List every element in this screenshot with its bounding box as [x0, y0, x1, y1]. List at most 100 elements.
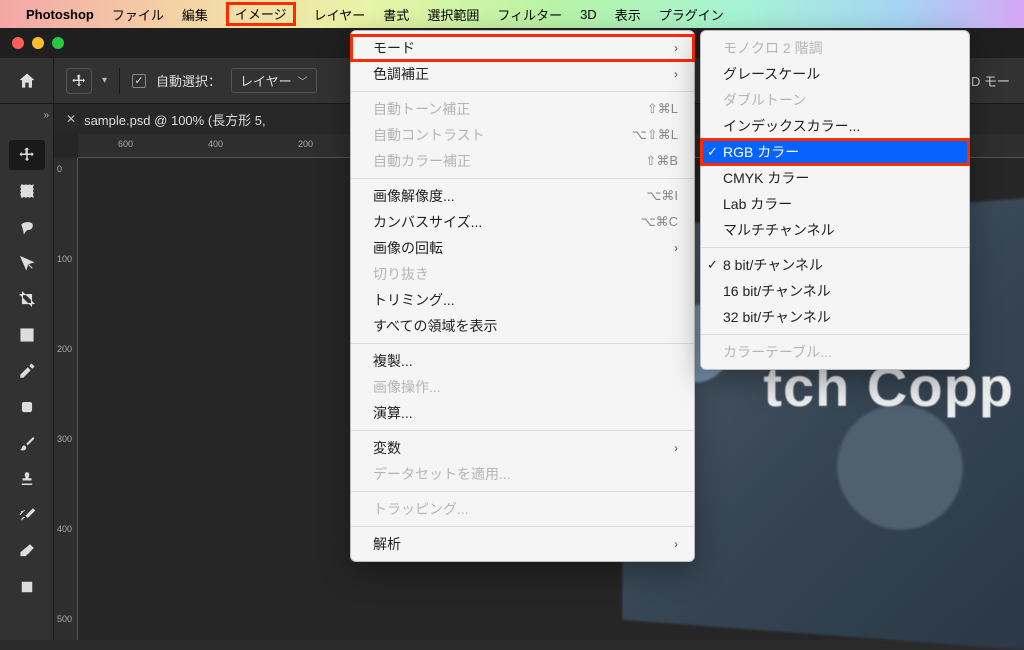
- dropdown-value: レイヤー: [240, 71, 292, 90]
- marquee-tool[interactable]: [9, 176, 45, 206]
- move-tool[interactable]: [9, 140, 45, 170]
- check-icon: ✓: [707, 257, 718, 273]
- menu-item: トラッピング...: [351, 496, 694, 522]
- document-title: sample.psd @ 100% (長方形 5,: [84, 110, 266, 129]
- menubar-item-filter[interactable]: フィルター: [497, 5, 562, 24]
- menu-item-label: 自動カラー補正: [373, 151, 471, 171]
- mac-menubar: Photoshop ファイル 編集 イメージ レイヤー 書式 選択範囲 フィルタ…: [0, 0, 1024, 28]
- menu-item[interactable]: 画像解像度...⌥⌘I: [351, 183, 694, 209]
- menu-item[interactable]: 変数 ›: [351, 435, 694, 461]
- menu-item[interactable]: インデックスカラー...: [701, 113, 969, 139]
- menu-item[interactable]: モード›: [351, 35, 694, 61]
- menu-item[interactable]: 画像の回転›: [351, 235, 694, 261]
- menu-separator: [351, 343, 694, 344]
- menubar-app-name[interactable]: Photoshop: [26, 7, 94, 22]
- eyedropper-tool[interactable]: [9, 356, 45, 386]
- menu-item-label: 画像解像度...: [373, 186, 455, 206]
- history-brush-tool[interactable]: [9, 500, 45, 530]
- menu-item-label: 8 bit/チャンネル: [723, 255, 823, 275]
- tool-palette: »: [0, 104, 54, 640]
- palette-expand-icon[interactable]: »: [43, 110, 49, 121]
- lasso-tool[interactable]: [9, 212, 45, 242]
- menu-separator: [351, 178, 694, 179]
- menu-item: データセットを適用...: [351, 461, 694, 487]
- image-menu-dropdown: モード›色調補正›自動トーン補正⇧⌘L自動コントラスト⌥⇧⌘L自動カラー補正⇧⌘…: [350, 30, 695, 562]
- menu-item-label: Lab カラー: [723, 194, 792, 214]
- menu-item: 画像操作...: [351, 374, 694, 400]
- menu-item[interactable]: ✓RGB カラー: [701, 139, 969, 165]
- auto-select-label: 自動選択：: [156, 71, 221, 90]
- menu-item-label: 16 bit/チャンネル: [723, 281, 831, 301]
- crop-tool[interactable]: [9, 284, 45, 314]
- menu-item[interactable]: 複製...: [351, 348, 694, 374]
- menu-item-label: データセットを適用...: [373, 464, 511, 484]
- ruler-tick: 400: [57, 524, 72, 534]
- auto-select-target-dropdown[interactable]: レイヤー ﹀: [231, 68, 317, 93]
- menu-item-label: グレースケール: [723, 64, 820, 84]
- menu-item-label: ダブルトーン: [723, 90, 806, 110]
- ruler-tick: 200: [298, 139, 313, 149]
- tool-preset-icon[interactable]: [66, 68, 92, 94]
- menu-item[interactable]: グレースケール: [701, 61, 969, 87]
- ruler-tick: 200: [57, 344, 72, 354]
- healing-brush-tool[interactable]: [9, 392, 45, 422]
- menu-item: 自動コントラスト⌥⇧⌘L: [351, 122, 694, 148]
- menu-item-label: RGB カラー: [723, 142, 799, 162]
- menu-item[interactable]: マルチチャンネル: [701, 217, 969, 243]
- menu-item[interactable]: 解析›: [351, 531, 694, 557]
- menu-item[interactable]: CMYK カラー: [701, 165, 969, 191]
- brush-tool[interactable]: [9, 428, 45, 458]
- window-maximize-button[interactable]: [52, 37, 64, 49]
- chevron-down-icon[interactable]: ▾: [102, 75, 107, 86]
- menubar-item-layer[interactable]: レイヤー: [314, 5, 366, 24]
- menu-item[interactable]: Lab カラー: [701, 191, 969, 217]
- menubar-item-image[interactable]: イメージ: [226, 2, 296, 26]
- menubar-item-select[interactable]: 選択範囲: [427, 5, 479, 24]
- menu-item-label: 32 bit/チャンネル: [723, 307, 831, 327]
- submenu-arrow-icon: ›: [638, 441, 678, 455]
- menu-item[interactable]: 32 bit/チャンネル: [701, 304, 969, 330]
- menu-item-label: 画像の回転: [373, 238, 443, 258]
- menu-item[interactable]: トリミング...: [351, 287, 694, 313]
- ruler-vertical: 0 100 200 300 400 500: [54, 158, 78, 640]
- document-tab[interactable]: ✕ sample.psd @ 100% (長方形 5,: [54, 104, 278, 134]
- menu-item[interactable]: 色調補正 ›: [351, 61, 694, 87]
- window-close-button[interactable]: [12, 37, 24, 49]
- quick-select-tool[interactable]: [9, 248, 45, 278]
- menu-item-label: すべての領域を表示: [373, 316, 497, 336]
- frame-tool[interactable]: [9, 320, 45, 350]
- menubar-item-type[interactable]: 書式: [383, 5, 409, 24]
- menubar-item-3d[interactable]: 3D: [580, 7, 597, 22]
- menu-separator: [351, 491, 694, 492]
- home-button[interactable]: [0, 58, 54, 103]
- menu-item-label: カンバスサイズ...: [373, 212, 482, 232]
- menu-separator: [351, 430, 694, 431]
- ruler-tick: 300: [57, 434, 72, 444]
- submenu-arrow-icon: ›: [638, 67, 678, 81]
- menu-item-label: 変数: [373, 438, 401, 458]
- menu-item: 自動カラー補正⇧⌘B: [351, 148, 694, 174]
- close-tab-icon[interactable]: ✕: [66, 112, 76, 126]
- menu-item-label: CMYK カラー: [723, 168, 809, 188]
- window-minimize-button[interactable]: [32, 37, 44, 49]
- ruler-tick: 0: [57, 164, 62, 174]
- ruler-tick: 500: [57, 614, 72, 624]
- menubar-item-file[interactable]: ファイル: [112, 5, 164, 24]
- menu-item[interactable]: 16 bit/チャンネル: [701, 278, 969, 304]
- menu-item: 切り抜き: [351, 261, 694, 287]
- menubar-item-edit[interactable]: 編集: [182, 5, 208, 24]
- menubar-item-plugin[interactable]: プラグイン: [659, 5, 724, 24]
- shape-tool[interactable]: [9, 572, 45, 602]
- menu-shortcut: ⌥⌘C: [605, 214, 678, 230]
- menubar-item-view[interactable]: 表示: [615, 5, 641, 24]
- eraser-tool[interactable]: [9, 536, 45, 566]
- menu-item[interactable]: ✓ 8 bit/チャンネル: [701, 252, 969, 278]
- menu-item[interactable]: すべての領域を表示: [351, 313, 694, 339]
- menu-item[interactable]: 演算...: [351, 400, 694, 426]
- submenu-arrow-icon: ›: [638, 537, 678, 551]
- auto-select-checkbox[interactable]: ✓: [132, 74, 146, 88]
- menu-item-label: 色調補正: [373, 64, 429, 84]
- menu-item-label: 自動トーン補正: [373, 99, 470, 119]
- menu-item[interactable]: カンバスサイズ... ⌥⌘C: [351, 209, 694, 235]
- stamp-tool[interactable]: [9, 464, 45, 494]
